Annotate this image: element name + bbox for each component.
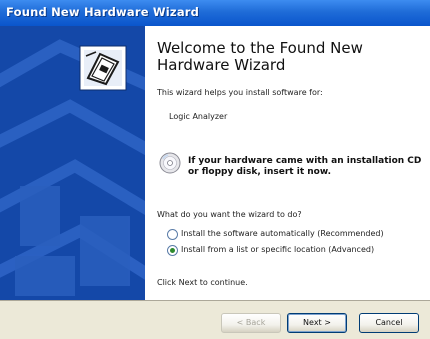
side-panel-graphic <box>0 26 145 300</box>
cd-instruction: If your hardware came with an installati… <box>188 156 422 177</box>
wizard-window: Found New Hardware Wizard Welcome to the… <box>0 0 430 339</box>
wizard-content: Welcome to the Found New Hardware Wizard… <box>145 26 430 300</box>
window-title: Found New Hardware Wizard <box>6 5 200 19</box>
option-list-install[interactable]: Install from a list or specific location… <box>167 244 417 256</box>
device-name: Logic Analyzer <box>169 112 228 121</box>
radio-list-install[interactable] <box>167 245 178 256</box>
radio-auto-install[interactable] <box>167 229 178 240</box>
page-title: Welcome to the Found New Hardware Wizard <box>157 39 363 74</box>
title-bar[interactable]: Found New Hardware Wizard <box>0 0 430 26</box>
wizard-question: What do you want the wizard to do? <box>157 210 302 219</box>
continue-text: Click Next to continue. <box>157 278 248 287</box>
button-bar: < Back Next > Cancel <box>0 300 430 339</box>
intro-text: This wizard helps you install software f… <box>157 88 323 97</box>
wizard-side-panel <box>0 26 145 300</box>
option-auto-install[interactable]: Install the software automatically (Reco… <box>167 228 417 240</box>
option-list-label: Install from a list or specific location… <box>181 245 375 254</box>
back-button[interactable]: < Back <box>221 313 281 333</box>
hardware-wizard-icon <box>79 45 127 91</box>
option-auto-label: Install the software automatically (Reco… <box>181 229 384 238</box>
cd-icon <box>159 152 181 174</box>
cancel-button[interactable]: Cancel <box>359 313 419 333</box>
next-button[interactable]: Next > <box>287 313 347 333</box>
